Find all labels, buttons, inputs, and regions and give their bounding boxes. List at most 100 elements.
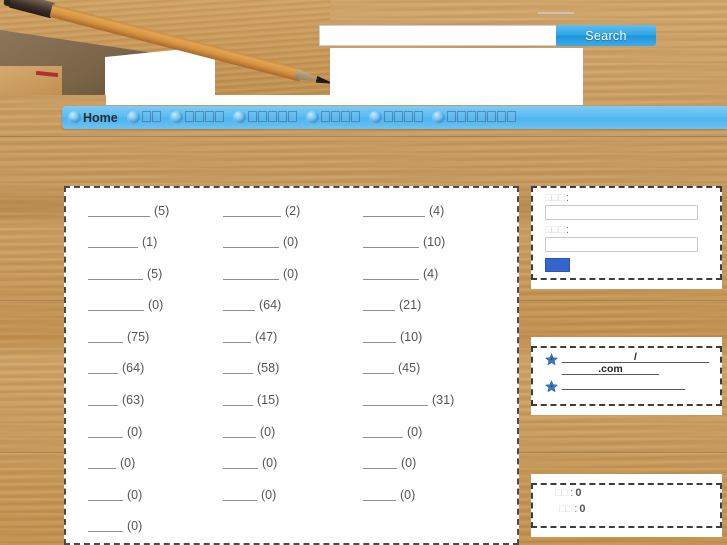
category-count: (0)	[407, 424, 423, 439]
category-item[interactable]: (0)	[223, 232, 363, 253]
category-link[interactable]	[363, 268, 419, 280]
category-item[interactable]: (47)	[223, 326, 363, 347]
category-item[interactable]: (4)	[363, 200, 517, 221]
category-item[interactable]: (0)	[363, 484, 517, 505]
category-link[interactable]	[88, 489, 123, 501]
nav-item-5[interactable]	[368, 110, 423, 125]
search-button[interactable]: Search	[556, 25, 656, 46]
category-item[interactable]: (10)	[363, 326, 517, 347]
category-item[interactable]: (5)	[88, 200, 223, 221]
category-item[interactable]: (64)	[88, 358, 223, 379]
sidebar-spacer	[531, 337, 722, 346]
category-item[interactable]: (1)	[88, 232, 223, 253]
category-item[interactable]: (64)	[223, 295, 363, 316]
sidebar-item-home[interactable]: Home	[68, 111, 118, 125]
category-item[interactable]: (21)	[363, 295, 517, 316]
category-item[interactable]: (0)	[88, 516, 223, 537]
category-item[interactable]: (4)	[363, 263, 517, 284]
category-item[interactable]: (63)	[88, 390, 223, 411]
category-count: (0)	[283, 235, 299, 250]
category-link[interactable]	[223, 426, 256, 438]
category-item[interactable]: (0)	[363, 421, 517, 442]
category-link[interactable]	[363, 331, 396, 343]
nav-item-2[interactable]	[169, 110, 224, 125]
list-item[interactable]	[545, 379, 720, 398]
category-item[interactable]: (0)	[88, 421, 223, 442]
category-link[interactable]	[363, 236, 419, 249]
category-item[interactable]: (0)	[363, 453, 517, 474]
login-panel: □□□ : □□□ :	[531, 186, 722, 280]
category-item[interactable]: (45)	[363, 358, 517, 379]
nav-item-3[interactable]	[232, 110, 297, 125]
category-link[interactable]	[88, 268, 143, 280]
category-link[interactable]	[88, 394, 118, 407]
category-item[interactable]: (58)	[223, 358, 363, 379]
category-link[interactable]	[363, 457, 397, 470]
nav-item-4[interactable]	[305, 110, 360, 125]
blue-sphere-icon	[169, 111, 183, 124]
category-link[interactable]	[88, 362, 118, 375]
category-link[interactable]	[363, 489, 396, 501]
category-link[interactable]	[223, 362, 253, 375]
category-link[interactable]	[363, 426, 403, 438]
category-item[interactable]: (0)	[223, 453, 363, 474]
main-navigation: Home	[62, 106, 727, 129]
category-item[interactable]: (15)	[223, 390, 363, 411]
category-link[interactable]	[223, 394, 253, 407]
category-link[interactable]	[88, 331, 123, 343]
category-item[interactable]: (0)	[88, 484, 223, 505]
nav-item-label	[184, 110, 224, 125]
pencil-photo	[0, 0, 330, 95]
category-link[interactable]	[363, 362, 394, 375]
category-item[interactable]: (5)	[88, 263, 223, 284]
login-submit-button[interactable]	[545, 258, 570, 272]
link-line[interactable]: /	[562, 351, 709, 363]
category-link[interactable]	[88, 236, 138, 249]
header-faint-text	[538, 6, 574, 14]
category-item[interactable]: (0)	[88, 453, 223, 474]
nav-item-label	[320, 110, 360, 125]
category-link[interactable]	[223, 457, 258, 470]
stat-row: □□ : 0	[555, 485, 720, 501]
category-link[interactable]	[223, 205, 281, 217]
category-link[interactable]	[223, 331, 251, 343]
password-label: □□□ :	[545, 224, 720, 236]
category-item[interactable]: (10)	[363, 232, 517, 253]
category-link[interactable]	[88, 299, 144, 312]
nav-item-6[interactable]	[431, 110, 516, 125]
password-field[interactable]	[545, 237, 698, 252]
category-count: (0)	[127, 519, 143, 534]
nav-item-label	[383, 110, 423, 125]
search-input[interactable]	[319, 25, 556, 46]
category-item[interactable]: (0)	[223, 421, 363, 442]
link-line[interactable]: .com	[562, 363, 659, 375]
category-item[interactable]: (31)	[363, 390, 517, 411]
link-line[interactable]	[562, 379, 685, 390]
link-text-lines: / .com	[562, 351, 709, 375]
category-link[interactable]	[88, 205, 150, 217]
category-link[interactable]	[88, 520, 123, 533]
category-item[interactable]: (0)	[223, 263, 363, 284]
category-item[interactable]: (2)	[223, 200, 363, 221]
category-link[interactable]	[223, 268, 279, 280]
category-link[interactable]	[223, 236, 279, 249]
category-item[interactable]: (75)	[88, 326, 223, 347]
category-link[interactable]	[363, 394, 428, 407]
category-link[interactable]	[363, 205, 425, 217]
pencil-ferrule	[8, 0, 56, 19]
category-count: (0)	[283, 266, 299, 281]
category-link[interactable]	[223, 489, 257, 501]
list-item[interactable]: / .com	[545, 351, 720, 375]
category-link[interactable]	[363, 299, 395, 312]
nav-item-1[interactable]	[126, 110, 161, 125]
site-header-banner	[0, 0, 583, 105]
category-link[interactable]	[223, 299, 255, 312]
username-field[interactable]	[545, 205, 698, 220]
category-link[interactable]	[88, 457, 116, 470]
category-item[interactable]: (0)	[88, 295, 223, 316]
stat-separator: :	[570, 487, 574, 499]
stat-value: 0	[579, 503, 586, 515]
blue-sphere-icon	[232, 111, 246, 124]
category-link[interactable]	[88, 426, 123, 438]
category-item[interactable]: (0)	[223, 484, 363, 505]
